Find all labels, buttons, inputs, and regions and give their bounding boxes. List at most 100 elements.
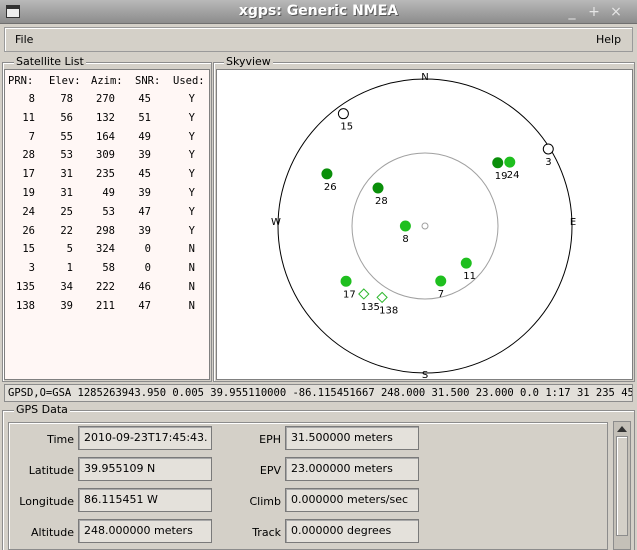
snr-cell: 46 [138, 281, 151, 293]
snr-cell: 39 [138, 224, 151, 237]
elev-cell: 25 [60, 205, 73, 218]
azim-cell: 222 [96, 281, 115, 293]
menu-file[interactable]: File [15, 33, 33, 46]
epv-field: 23.000000 meters [285, 457, 419, 481]
climb-field: 0.000000 meters/sec [285, 488, 419, 512]
prn-cell: 28 [22, 149, 35, 162]
menu-help[interactable]: Help [596, 33, 621, 46]
horizon-ring [277, 78, 573, 374]
latitude-label: Latitude [28, 464, 74, 477]
table-row: 24 25 53 47 Y [5, 206, 211, 221]
header-snr: SNR: [135, 75, 161, 87]
table-row: 8 78 270 45 Y [5, 93, 211, 108]
eph-label: EPH [259, 433, 281, 446]
used-cell: Y [188, 205, 195, 218]
table-row: 138 39 211 47 N [5, 300, 211, 315]
longitude-label: Longitude [19, 495, 74, 508]
satellite-marker [504, 156, 516, 168]
satellite-marker [337, 108, 349, 120]
satellite-marker [372, 182, 384, 194]
snr-cell: 45 [138, 168, 151, 181]
used-cell: N [188, 299, 195, 312]
prn-cell: 26 [22, 224, 35, 237]
altitude-label: Altitude [31, 526, 74, 539]
scroll-up-icon[interactable] [617, 426, 627, 432]
elev-cell: 55 [60, 130, 73, 143]
used-cell: Y [188, 168, 195, 181]
elev-cell: 22 [60, 224, 73, 237]
close-icon[interactable]: × [608, 4, 624, 20]
satellite-marker [542, 143, 554, 155]
table-row: 26 22 298 39 Y [5, 225, 211, 240]
altitude-field: 248.000000 meters [78, 519, 212, 543]
gps-data-scrollbar[interactable] [613, 421, 631, 550]
used-cell: Y [188, 149, 195, 162]
maximize-icon[interactable]: + [586, 4, 602, 20]
eph-field: 31.500000 meters [285, 426, 419, 450]
compass-north: N [421, 72, 428, 83]
elevation-45-ring [351, 152, 499, 300]
prn-cell: 24 [22, 205, 35, 218]
minimize-icon[interactable]: _ [564, 4, 580, 20]
satellite-marker [435, 275, 447, 287]
table-row: 15 5 324 0 N [5, 243, 211, 258]
elev-cell: 56 [60, 111, 73, 124]
compass-east: E [570, 217, 576, 228]
skyview-plot: N S E W 15 3 19 24 26 28 8 11 17 7 135 138 [271, 72, 576, 381]
snr-cell: 49 [138, 130, 151, 143]
azim-cell: 270 [96, 93, 115, 105]
azim-cell: 235 [96, 168, 115, 181]
elev-cell: 31 [60, 187, 73, 199]
azim-cell: 58 [102, 262, 115, 275]
scroll-thumb[interactable] [616, 436, 628, 536]
snr-cell: 47 [138, 205, 151, 218]
satellite-label: 138 [379, 305, 398, 316]
satellite-marker [321, 168, 333, 180]
prn-cell: 8 [28, 93, 35, 105]
track-label: Track [252, 526, 281, 539]
header-used: Used: [173, 75, 205, 87]
header-elev: Elev: [49, 75, 81, 87]
snr-cell: 39 [138, 187, 151, 199]
snr-cell: 51 [138, 111, 151, 124]
azim-cell: 132 [96, 111, 115, 124]
track-field: 0.000000 degrees [285, 519, 419, 543]
azim-cell: 53 [102, 205, 115, 218]
satellite-list-title: Satellite List [14, 55, 86, 68]
prn-cell: 17 [22, 168, 35, 181]
satellite-label: 7 [438, 289, 444, 300]
longitude-field: 86.115451 W [78, 488, 212, 512]
used-cell: Y [188, 93, 195, 105]
elev-cell: 1 [66, 262, 73, 275]
header-azim: Azim: [91, 75, 123, 87]
azim-cell: 309 [96, 149, 115, 162]
latitude-field: 39.955109 N [78, 457, 212, 481]
satellite-label: 28 [375, 196, 388, 207]
satellite-label: 11 [463, 271, 476, 282]
table-row: 11 56 132 51 Y [5, 112, 211, 127]
prn-cell: 138 [16, 299, 35, 312]
azim-cell: 324 [96, 243, 115, 256]
satellite-label: 26 [324, 182, 337, 193]
table-row: 7 55 164 49 Y [5, 131, 211, 146]
skyview-panel: N S E W 15 3 19 24 26 28 8 11 17 7 135 138 [216, 69, 633, 381]
satellite-label: 24 [507, 170, 520, 181]
time-label: Time [47, 433, 74, 446]
used-cell: N [188, 243, 195, 256]
epv-label: EPV [259, 464, 281, 477]
satellite-marker [460, 257, 472, 269]
prn-cell: 7 [28, 130, 35, 143]
elev-cell: 39 [60, 299, 73, 312]
elev-cell: 53 [60, 149, 73, 162]
elev-cell: 5 [66, 243, 73, 256]
gps-data-title: GPS Data [14, 403, 70, 416]
azim-cell: 211 [96, 299, 115, 312]
snr-cell: 45 [138, 93, 151, 105]
satellite-label: 17 [343, 289, 356, 300]
satellite-label: 135 [361, 302, 380, 313]
elev-cell: 31 [60, 168, 73, 181]
used-cell: Y [188, 187, 195, 199]
snr-cell: 47 [138, 299, 151, 312]
prn-cell: 11 [22, 111, 35, 124]
satellite-label: 8 [402, 234, 408, 245]
